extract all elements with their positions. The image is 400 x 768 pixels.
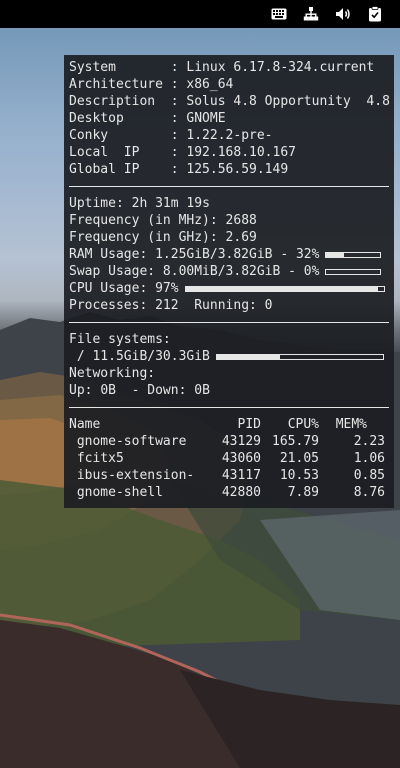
value-global-ip: 125.56.59.149: [186, 162, 289, 177]
label-description: Description: [69, 94, 163, 109]
file-systems-title: File systems:: [69, 331, 389, 348]
conky-system-monitor: System : Linux 6.17.8-324.current Archit…: [64, 55, 394, 508]
label-global-ip: Global IP: [69, 162, 163, 177]
frequency-mhz-row: Frequency (in MHz): 2688: [69, 212, 389, 229]
process-cpu: 7.89: [287, 485, 319, 500]
clipboard-icon[interactable]: [366, 5, 384, 23]
download-value: 0B: [194, 383, 210, 398]
ram-usage-bar: [325, 251, 382, 258]
divider: [69, 186, 389, 187]
process-name: gnome-software: [69, 434, 187, 449]
volume-icon[interactable]: [334, 5, 352, 23]
header-cpu: CPU%: [287, 417, 319, 432]
system-row-architecture: Architecture : x86_64: [69, 77, 234, 92]
running-value: 0: [264, 298, 273, 313]
running-label: Running:: [178, 298, 265, 313]
value-conky: 1.22.2-pre-: [186, 128, 273, 143]
top-panel: [0, 0, 400, 28]
process-cpu: 165.79: [272, 434, 319, 449]
filesystem-root-value: / 11.5GiB/30.3GiB: [69, 349, 210, 364]
process-cpu: 10.53: [279, 468, 319, 483]
uptime-label: Uptime:: [69, 196, 132, 211]
process-pid: 43129: [221, 434, 261, 449]
process-table-header: Name PID CPU% MEM%: [69, 416, 389, 433]
uptime-value: 2h 31m 19s: [131, 196, 210, 211]
networking-title: Networking:: [69, 365, 389, 382]
cpu-usage-value: 97%: [155, 281, 179, 296]
process-mem: 2.23: [353, 434, 385, 449]
frequency-ghz-row: Frequency (in GHz): 2.69: [69, 229, 389, 246]
value-description: Solus 4.8 Opportunity 4.8: [186, 94, 390, 109]
processes-value: 212: [155, 298, 179, 313]
process-mem: 0.85: [353, 468, 385, 483]
ram-usage-bar-fill: [326, 252, 344, 257]
swap-usage-value: 8.00MiB/3.82GiB - 0%: [162, 264, 320, 279]
cpu-usage-bar: [184, 285, 385, 292]
process-cpu: 21.05: [279, 451, 319, 466]
cpu-usage-row: CPU Usage: 97%: [69, 280, 389, 297]
uptime-row: Uptime: 2h 31m 19s: [69, 195, 389, 212]
process-name: fcitx5: [69, 451, 124, 466]
keyboard-icon[interactable]: [270, 5, 288, 23]
frequency-ghz-value: 2.69: [225, 230, 257, 245]
system-row-global-ip: Global IP : 125.56.59.149: [69, 162, 289, 177]
processes-label: Processes:: [69, 298, 156, 313]
value-architecture: x86_64: [186, 77, 234, 92]
process-row: ibus-extension- 43117 10.53 0.85: [69, 467, 389, 484]
process-mem: 1.06: [353, 451, 385, 466]
swap-usage-label: Swap Usage:: [69, 264, 163, 279]
process-mem: 8.76: [353, 485, 385, 500]
value-desktop: GNOME: [186, 111, 226, 126]
system-row-os: System : Linux 6.17.8-324.current: [69, 60, 375, 75]
divider: [69, 322, 389, 323]
frequency-ghz-label: Frequency (in GHz):: [69, 230, 226, 245]
process-row: gnome-shell 42880 7.89 8.76: [69, 484, 389, 501]
download-label: - Down:: [115, 383, 195, 398]
filesystem-root-bar-fill: [216, 354, 280, 359]
upload-value: 0B: [100, 383, 116, 398]
system-row-desktop: Desktop : GNOME: [69, 111, 226, 126]
label-desktop: Desktop: [69, 111, 163, 126]
system-row-local-ip: Local IP : 192.168.10.167: [69, 145, 296, 160]
process-row: fcitx5 43060 21.05 1.06: [69, 450, 389, 467]
filesystem-root-row: / 11.5GiB/30.3GiB: [69, 348, 389, 365]
header-pid: PID: [237, 417, 261, 432]
cpu-usage-bar-fill: [185, 286, 378, 291]
processes-row: Processes: 212 Running: 0: [69, 297, 389, 314]
frequency-mhz-value: 2688: [225, 213, 257, 228]
label-conky: Conky: [69, 128, 163, 143]
frequency-mhz-label: Frequency (in MHz):: [69, 213, 226, 228]
divider: [69, 407, 389, 408]
swap-usage-bar: [325, 268, 382, 275]
process-pid: 42880: [221, 485, 261, 500]
ram-usage-value: 1.25GiB/3.82GiB - 32%: [155, 247, 320, 262]
file-systems-label: File systems:: [69, 332, 171, 347]
value-local-ip: 192.168.10.167: [186, 145, 296, 160]
value-system: Linux 6.17.8-324.current: [186, 60, 375, 75]
filesystem-root-bar: [215, 353, 384, 360]
system-row-description: Description : Solus 4.8 Opportunity 4.8: [69, 94, 390, 109]
label-architecture: Architecture: [69, 77, 163, 92]
swap-usage-row: Swap Usage: 8.00MiB/3.82GiB - 0%: [69, 263, 389, 280]
process-name: gnome-shell: [69, 485, 163, 500]
networking-label: Networking:: [69, 366, 156, 381]
ram-usage-row: RAM Usage: 1.25GiB/3.82GiB - 32%: [69, 246, 389, 263]
network-icon[interactable]: [302, 5, 320, 23]
process-name: ibus-extension-: [69, 468, 195, 483]
cpu-usage-label: CPU Usage:: [69, 281, 156, 296]
label-system: System: [69, 60, 163, 75]
process-pid: 43060: [221, 451, 261, 466]
label-local-ip: Local IP: [69, 145, 163, 160]
process-pid: 43117: [221, 468, 261, 483]
upload-label: Up:: [69, 383, 101, 398]
ram-usage-label: RAM Usage:: [69, 247, 156, 262]
system-row-conky: Conky : 1.22.2-pre-: [69, 128, 273, 143]
process-row: gnome-software 43129 165.79 2.23: [69, 433, 389, 450]
network-traffic-row: Up: 0B - Down: 0B: [69, 382, 389, 399]
header-name: Name: [69, 417, 101, 432]
header-mem: MEM%: [335, 417, 367, 432]
